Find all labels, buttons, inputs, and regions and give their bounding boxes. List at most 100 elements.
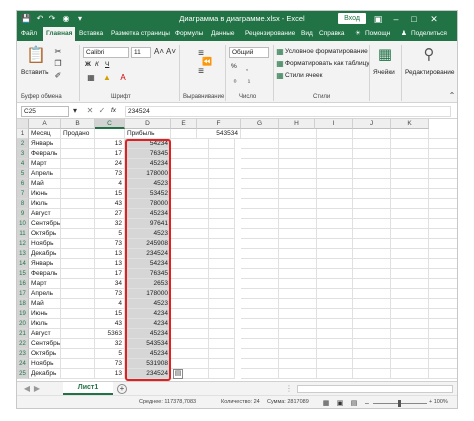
cell-empty[interactable] <box>315 369 353 379</box>
cell-empty[interactable] <box>279 309 317 319</box>
close-icon[interactable]: ✕ <box>427 13 441 25</box>
cell-profit[interactable]: 4234 <box>125 309 171 319</box>
cell-empty[interactable] <box>241 299 279 309</box>
cells-button[interactable]: Ячейки <box>373 69 395 76</box>
cell-empty[interactable] <box>279 339 317 349</box>
cell-month[interactable]: Сентябрь <box>29 339 61 349</box>
column-header-a[interactable]: A <box>29 119 61 129</box>
redo-icon[interactable]: ↷ <box>47 14 57 24</box>
row-header[interactable]: 16 <box>17 279 29 289</box>
minimize-icon[interactable]: – <box>389 13 403 25</box>
normal-view-icon[interactable]: ▦ <box>321 399 331 408</box>
cell-empty[interactable] <box>197 139 235 149</box>
cell-empty[interactable] <box>429 339 457 349</box>
cell-profit[interactable]: 54234 <box>125 259 171 269</box>
cell-empty[interactable] <box>241 349 279 359</box>
cell-month[interactable]: Июль <box>29 319 61 329</box>
next-sheet-icon[interactable]: ▶ <box>33 384 41 394</box>
cell-empty[interactable] <box>315 309 353 319</box>
cells-icon[interactable]: ▦ <box>373 45 397 65</box>
cell-empty[interactable] <box>61 309 95 319</box>
cell-empty[interactable] <box>391 299 429 309</box>
cell-empty[interactable] <box>353 279 391 289</box>
cell-empty[interactable] <box>279 129 317 139</box>
cell-empty[interactable] <box>353 149 391 159</box>
row-header[interactable]: 10 <box>17 219 29 229</box>
column-header-c[interactable]: C <box>95 119 125 129</box>
cell-empty[interactable] <box>429 139 457 149</box>
cell-empty[interactable] <box>353 249 391 259</box>
cell-empty[interactable] <box>315 349 353 359</box>
cell-empty[interactable] <box>315 289 353 299</box>
cell-c1[interactable]: Прибыль <box>125 129 171 139</box>
cell-sold[interactable]: 27 <box>95 209 125 219</box>
cell-empty[interactable] <box>315 339 353 349</box>
cell-empty[interactable] <box>429 299 457 309</box>
cell-profit[interactable]: 78000 <box>125 199 171 209</box>
collapse-ribbon-icon[interactable]: ⌃ <box>447 91 457 101</box>
row-header[interactable]: 23 <box>17 349 29 359</box>
cell-empty[interactable] <box>279 149 317 159</box>
font-name-select[interactable]: Calibri <box>83 47 129 58</box>
cell-empty[interactable] <box>315 139 353 149</box>
cell-empty[interactable] <box>241 259 279 269</box>
cell-empty[interactable] <box>197 249 235 259</box>
paste-icon[interactable]: 📋 <box>25 45 47 67</box>
cell-month[interactable]: Февраль <box>29 269 61 279</box>
column-header-e[interactable]: E <box>171 119 197 129</box>
tab-page-layout[interactable]: Разметка страницы <box>111 29 170 39</box>
cell-profit[interactable]: 97641 <box>125 219 171 229</box>
cell-month[interactable]: Февраль <box>29 149 61 159</box>
cell-empty[interactable] <box>279 249 317 259</box>
fill-color-icon[interactable]: ▲ <box>101 73 113 83</box>
cell-empty[interactable] <box>315 169 353 179</box>
paste-label[interactable]: Вставить <box>21 69 49 76</box>
cell-month[interactable]: Ноябрь <box>29 359 61 369</box>
add-sheet-button[interactable]: + <box>117 384 127 394</box>
row-header[interactable]: 13 <box>17 249 29 259</box>
cell-empty[interactable] <box>315 249 353 259</box>
row-header[interactable]: 7 <box>17 189 29 199</box>
cell-empty[interactable] <box>279 319 317 329</box>
cell-empty[interactable] <box>315 149 353 159</box>
cell-empty[interactable] <box>429 129 457 139</box>
cell-empty[interactable] <box>429 199 457 209</box>
cell-empty[interactable] <box>279 259 317 269</box>
cell-month[interactable]: Август <box>29 329 61 339</box>
cell-empty[interactable] <box>61 159 95 169</box>
tab-tell-me[interactable]: Помощн <box>365 29 390 39</box>
zoom-thumb[interactable] <box>398 400 401 407</box>
cell-empty[interactable] <box>61 279 95 289</box>
cell-empty[interactable] <box>353 209 391 219</box>
row-header[interactable]: 24 <box>17 359 29 369</box>
cell-empty[interactable] <box>61 299 95 309</box>
cell-sold[interactable]: 5 <box>95 229 125 239</box>
cell-empty[interactable] <box>391 329 429 339</box>
tab-insert[interactable]: Вставка <box>79 29 103 39</box>
cell-empty[interactable] <box>241 209 279 219</box>
cell-profit[interactable]: 245908 <box>125 239 171 249</box>
cell-empty[interactable] <box>279 229 317 239</box>
cell-empty[interactable] <box>241 169 279 179</box>
editing-button[interactable]: Редактирование <box>405 69 455 76</box>
cell-sold[interactable]: 15 <box>95 309 125 319</box>
cell-empty[interactable] <box>197 239 235 249</box>
cell-empty[interactable] <box>241 329 279 339</box>
cell-empty[interactable] <box>391 149 429 159</box>
cell-empty[interactable] <box>61 239 95 249</box>
cell-empty[interactable] <box>353 259 391 269</box>
column-header-j[interactable]: J <box>353 119 391 129</box>
cell-empty[interactable] <box>353 179 391 189</box>
cell-empty[interactable] <box>429 179 457 189</box>
cell-empty[interactable] <box>353 219 391 229</box>
cell-empty[interactable] <box>391 209 429 219</box>
row-header[interactable]: 4 <box>17 159 29 169</box>
cell-empty[interactable] <box>353 189 391 199</box>
cell-empty[interactable] <box>315 179 353 189</box>
cell-a1[interactable]: Месяц <box>29 129 61 139</box>
cell-sold[interactable]: 4 <box>95 179 125 189</box>
cell-empty[interactable] <box>241 249 279 259</box>
cell-profit[interactable]: 178000 <box>125 169 171 179</box>
row-header[interactable]: 14 <box>17 259 29 269</box>
cell-empty[interactable] <box>241 159 279 169</box>
